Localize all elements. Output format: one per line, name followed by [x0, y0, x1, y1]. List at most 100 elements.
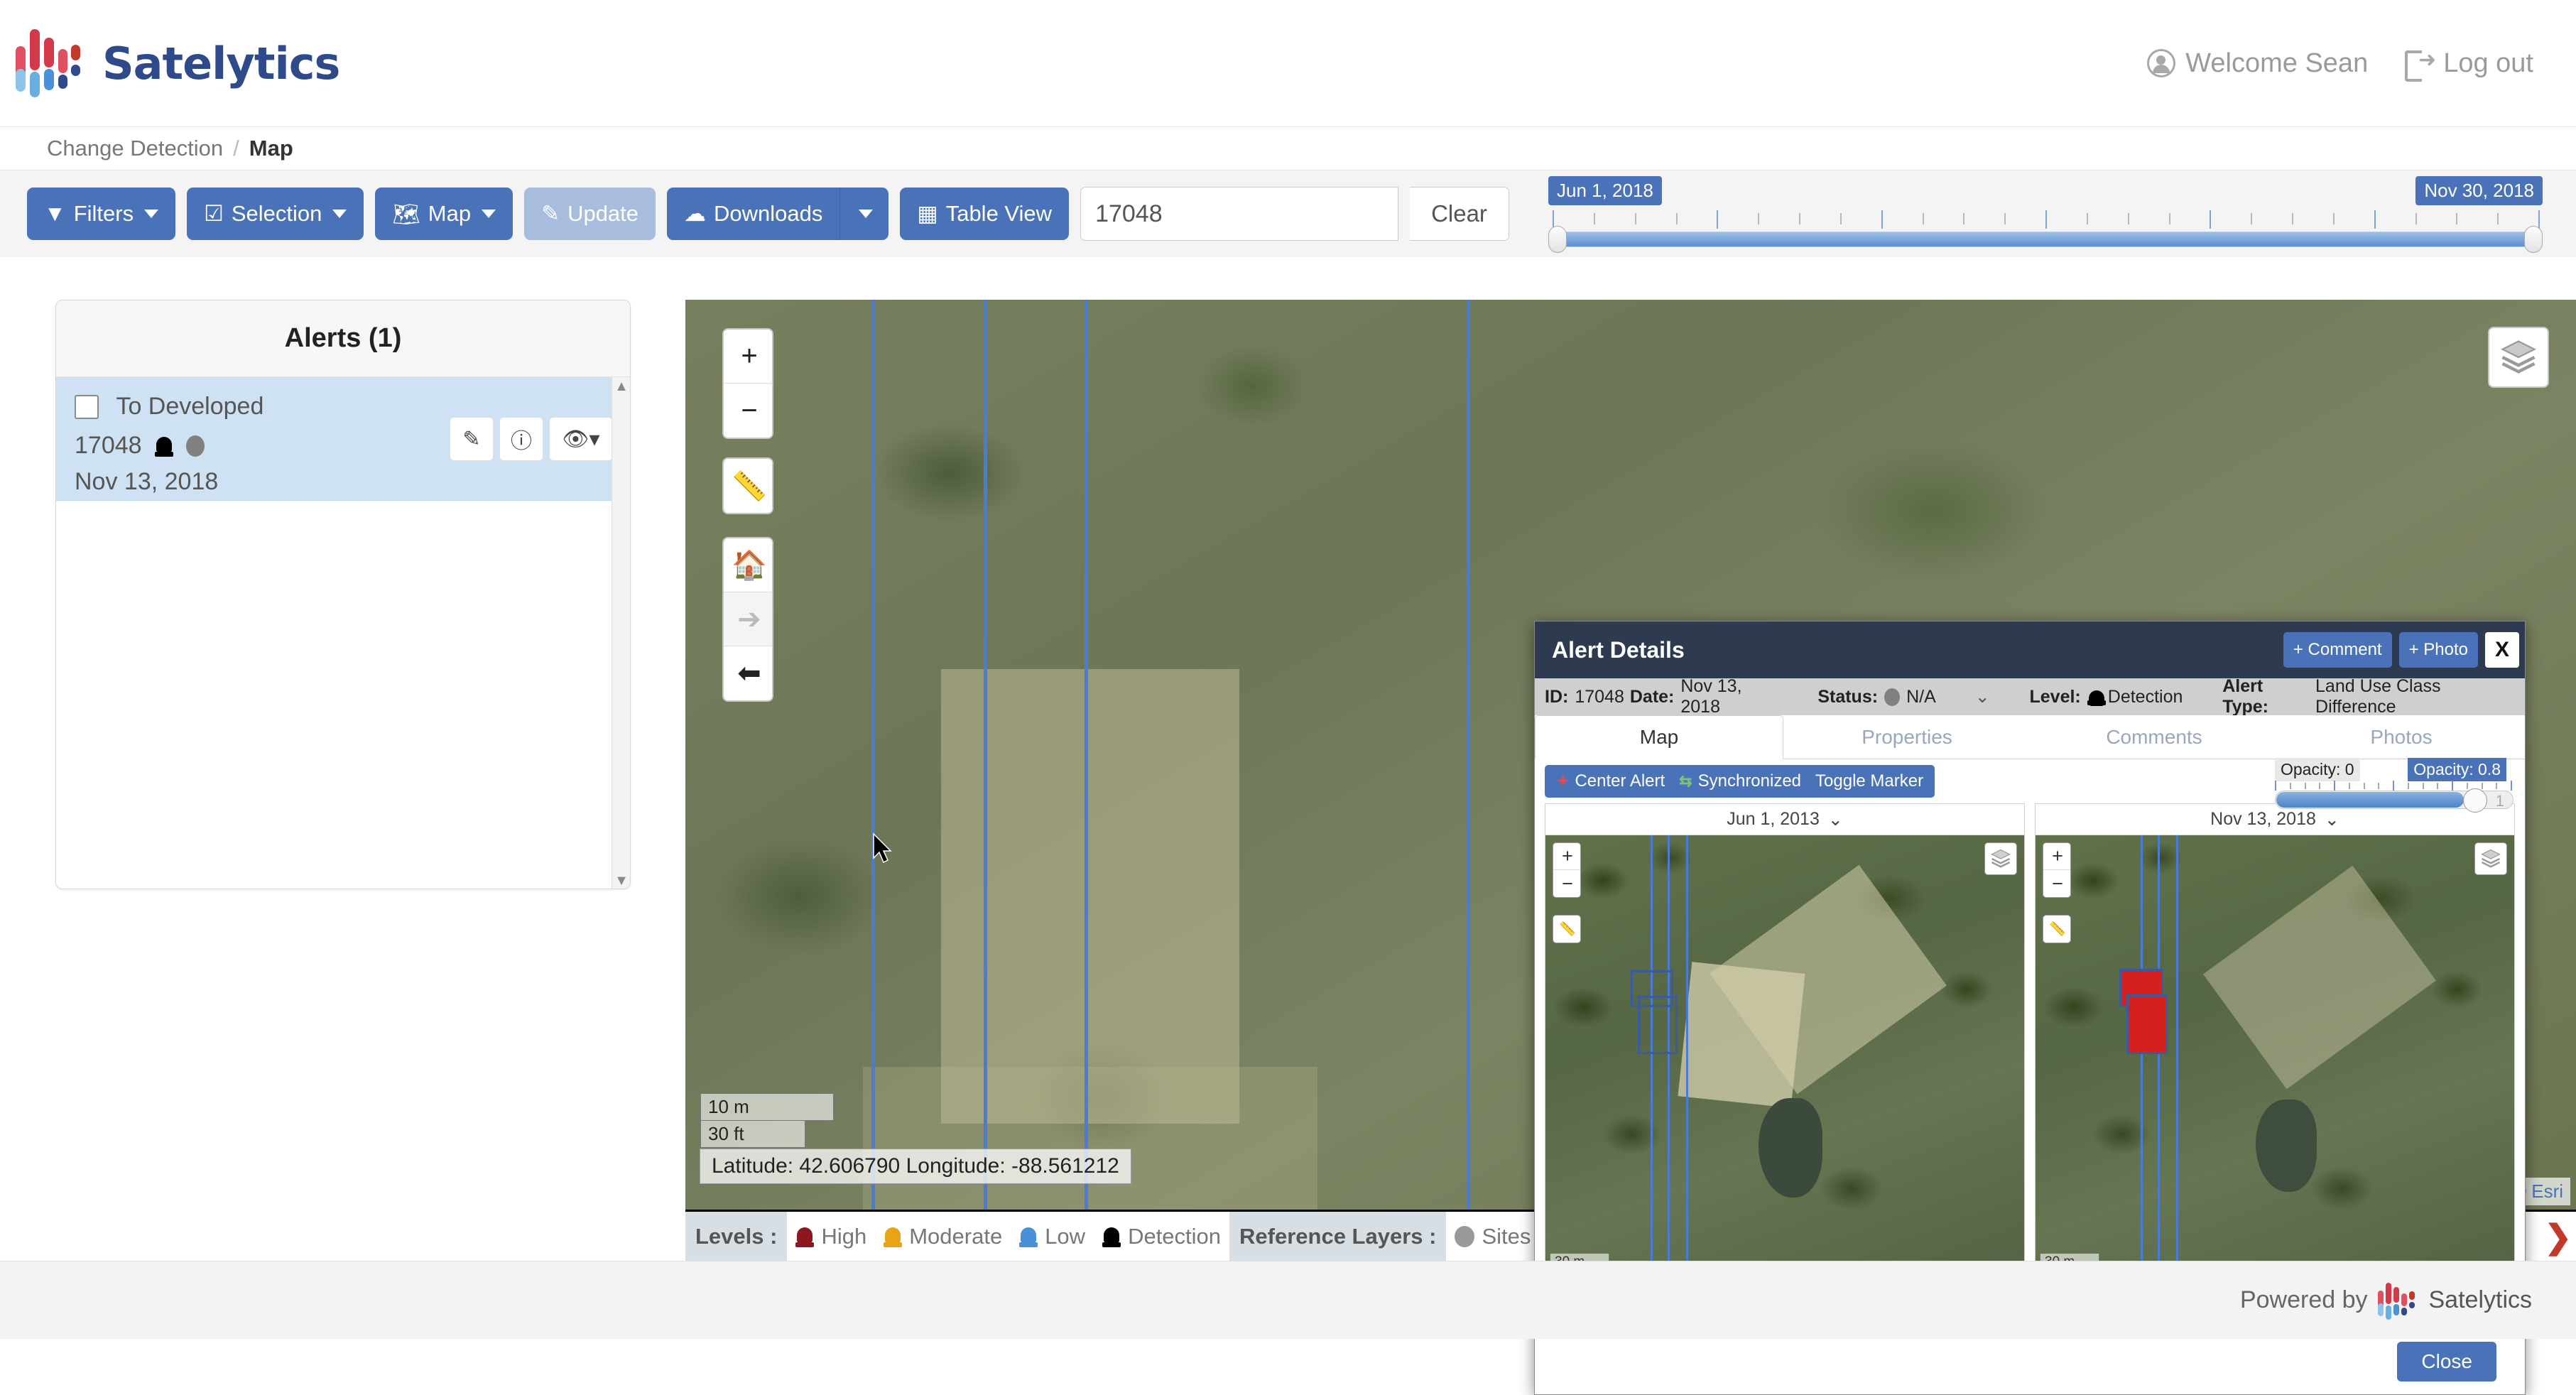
search-input[interactable] — [1080, 187, 1399, 241]
legend-label: Sites — [1482, 1223, 1531, 1249]
synchronized-button[interactable]: ⇆ Synchronized — [1679, 771, 1801, 791]
welcome-label: Welcome Sean — [2185, 48, 2369, 78]
alert-id: 17048 — [75, 432, 142, 459]
legend-scroll-right-icon[interactable]: ❯ — [2544, 1217, 2572, 1256]
update-label: Update — [567, 201, 639, 226]
close-button[interactable]: Close — [2397, 1342, 2496, 1382]
scale-metric: 10 m — [700, 1094, 835, 1122]
slider-start-label: Jun 1, 2018 — [1548, 176, 1662, 205]
legend-level-low[interactable]: Low — [1011, 1224, 1094, 1249]
meta-value: Detection — [2107, 686, 2183, 707]
info-alert-button[interactable]: ⓘ — [499, 417, 543, 461]
forward-arrow-icon[interactable]: ➔ — [724, 592, 772, 646]
opacity-track[interactable]: 1 — [2275, 788, 2513, 813]
legend-level-high[interactable]: High — [787, 1224, 875, 1249]
legend-label: Low — [1045, 1223, 1086, 1249]
change-polygon-after — [2126, 994, 2168, 1054]
downloads-dropdown-toggle[interactable] — [839, 188, 889, 240]
zoom-out-button[interactable]: − — [2043, 870, 2070, 897]
alert-list-item[interactable]: To Developed 17048 Nov 13, 2018 ✎ ⓘ 👁▾ — [56, 377, 630, 501]
back-arrow-icon[interactable]: ⬅ — [724, 646, 772, 700]
zoom-out-button[interactable]: − — [1553, 870, 1580, 897]
center-alert-button[interactable]: ✦ Center Alert — [1556, 771, 1665, 791]
slider-track[interactable] — [1553, 232, 2538, 247]
alert-details-tabs: Map Properties Comments Photos — [1535, 715, 2525, 759]
slider-ticks — [1553, 210, 2540, 229]
pane-measure-before: 📏 — [1553, 915, 1581, 943]
scroll-down-icon[interactable]: ▼ — [612, 872, 630, 889]
close-details-icon[interactable]: X — [2485, 632, 2519, 668]
edit-alert-button[interactable]: ✎ — [450, 417, 494, 461]
tab-map[interactable]: Map — [1535, 715, 1783, 759]
tab-comments[interactable]: Comments — [2031, 715, 2278, 759]
add-comment-button[interactable]: + Comment — [2283, 632, 2392, 668]
ruler-icon[interactable]: 📏 — [2043, 916, 2070, 943]
zoom-in-button[interactable]: + — [1553, 843, 1580, 870]
ruler-icon[interactable]: 📏 — [724, 459, 772, 513]
add-photo-button[interactable]: + Photo — [2398, 632, 2478, 668]
pane-measure-after: 📏 — [2043, 915, 2071, 943]
legend-level-moderate[interactable]: Moderate — [875, 1224, 1011, 1249]
pane-date-selector-before[interactable]: Jun 1, 2013 ⌄ — [1545, 804, 2024, 835]
selection-button[interactable]: ☑ Selection — [187, 188, 364, 240]
clear-button[interactable]: Clear — [1410, 187, 1509, 241]
synchronized-label: Synchronized — [1697, 771, 1802, 791]
ruler-icon[interactable]: 📏 — [1553, 916, 1580, 943]
zoom-out-button[interactable]: − — [724, 384, 772, 438]
brand-logo[interactable]: Satelytics — [16, 25, 340, 102]
tab-photos[interactable]: Photos — [2278, 715, 2525, 759]
update-button[interactable]: ✎ Update — [524, 188, 656, 240]
meta-level: Level: Detection — [2030, 687, 2183, 707]
chevron-down-icon[interactable]: ⌄ — [1975, 686, 1990, 707]
pane-layers-after[interactable] — [2474, 842, 2507, 875]
scroll-up-icon[interactable]: ▲ — [612, 377, 630, 396]
downloads-button[interactable]: ☁ Downloads — [667, 188, 840, 240]
zoom-in-button[interactable]: + — [2043, 843, 2070, 870]
toggle-marker-button[interactable]: Toggle Marker — [1815, 771, 1923, 791]
layers-icon — [1991, 849, 2011, 868]
opacity-knob[interactable] — [2462, 788, 2487, 813]
pane-map-before[interactable]: + − 📏 30 m 100 ft L — [1545, 835, 2024, 1288]
alert-level-bell-icon — [154, 435, 173, 457]
meta-value: Nov 13, 2018 — [1680, 676, 1742, 717]
visibility-alert-button[interactable]: 👁▾ — [549, 417, 613, 461]
bell-icon-low — [1019, 1226, 1038, 1247]
logout-button[interactable]: Log out — [2405, 46, 2533, 82]
home-icon[interactable]: 🏠 — [724, 538, 772, 592]
legend-ref-sites[interactable]: Sites — [1446, 1224, 1539, 1249]
alert-details-title: Alert Details — [1552, 636, 1685, 663]
breadcrumb: Change Detection / Map — [0, 126, 2576, 170]
slider-handle-end[interactable] — [2524, 226, 2543, 253]
slider-handle-start[interactable] — [1548, 226, 1567, 253]
center-alert-label: Center Alert — [1575, 771, 1665, 791]
meta-label: Status: — [1817, 686, 1879, 707]
zoom-in-button[interactable]: + — [724, 330, 772, 384]
meta-date: Date: Nov 13, 2018 — [1630, 676, 1778, 717]
tab-properties[interactable]: Properties — [1783, 715, 2031, 759]
map-menu-button[interactable]: 🗺 Map — [375, 188, 513, 240]
layers-control[interactable] — [2488, 327, 2549, 388]
coordinate-readout: Latitude: 42.606790 Longitude: -88.56121… — [700, 1149, 1131, 1184]
powerline-right — [1085, 300, 1088, 1261]
filters-button[interactable]: ▼ Filters — [27, 188, 176, 240]
alert-checkbox[interactable] — [75, 394, 99, 419]
alerts-scrollbar[interactable]: ▲ ▼ — [612, 377, 630, 889]
pane-map-after[interactable]: + − 📏 30 m 100 ft L — [2036, 835, 2514, 1288]
opacity-fill — [2276, 792, 2464, 808]
brand-name: Satelytics — [102, 37, 340, 89]
date-range-slider[interactable]: Jun 1, 2018 Nov 30, 2018 — [1548, 176, 2543, 254]
meta-status[interactable]: Status: N/A ⌄ — [1817, 686, 1989, 707]
opacity-max-label: 1 — [2495, 792, 2504, 810]
meta-label: Date: — [1629, 686, 1675, 707]
breadcrumb-parent[interactable]: Change Detection — [47, 136, 223, 161]
layers-icon — [2500, 340, 2537, 374]
pane-layers-before[interactable] — [1984, 842, 2017, 875]
chevron-down-icon — [144, 210, 159, 218]
sync-icon: ⇆ — [1679, 772, 1692, 790]
welcome-user[interactable]: Welcome Sean — [2147, 48, 2368, 79]
opacity-slider[interactable]: Opacity: 0 Opacity: 0.8 1 — [2266, 758, 2516, 813]
legend-level-detection[interactable]: Detection — [1094, 1224, 1229, 1249]
levels-label: Levels : — [685, 1212, 788, 1261]
table-view-button[interactable]: ▦ Table View — [900, 188, 1070, 240]
powerline-center — [984, 300, 987, 1261]
